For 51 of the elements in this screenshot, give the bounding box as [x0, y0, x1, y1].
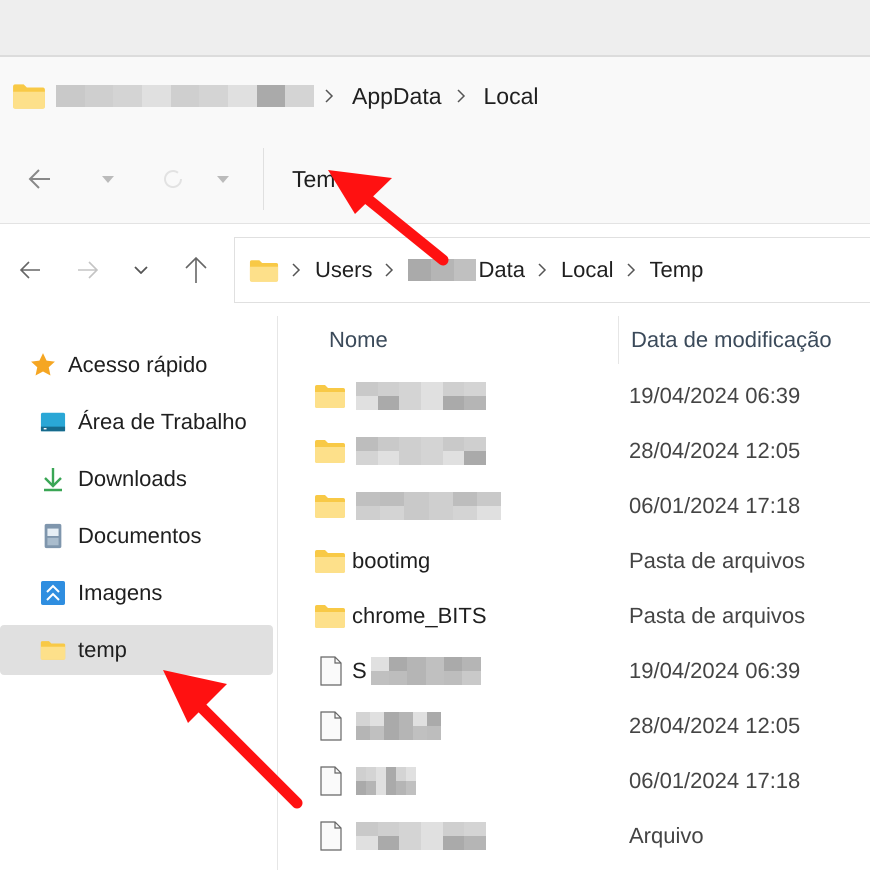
file-date: Pasta de arquivos: [629, 548, 806, 574]
file-name[interactable]: chrome_BITS: [352, 602, 486, 628]
breadcrumb-item[interactable]: Local: [484, 82, 538, 110]
chevron-icon: [536, 262, 547, 278]
folder-icon: [314, 438, 346, 464]
file-date: 06/01/2024 17:18: [629, 492, 800, 518]
sidebar-item[interactable]: Área de Trabalho: [0, 393, 273, 450]
address-segment[interactable]: Data: [478, 257, 525, 283]
folder-icon: [314, 602, 346, 628]
toolbar-title: Tem: [292, 166, 336, 192]
file-date: 28/04/2024 12:05: [629, 712, 800, 738]
file-date: 06/01/2024 17:18: [629, 768, 800, 794]
breadcrumb-item[interactable]: AppData: [352, 82, 442, 110]
caret-icon[interactable]: [102, 176, 114, 182]
file-name[interactable]: S: [352, 658, 367, 684]
address-bar[interactable]: Users Data Local Temp: [234, 237, 870, 303]
address-segment[interactable]: Users: [315, 257, 372, 283]
chevron-icon: [324, 88, 334, 104]
file-name[interactable]: bootimg: [352, 548, 430, 574]
folder-icon: [249, 258, 279, 282]
star-icon: [30, 352, 56, 378]
file-date: 28/04/2024 12:05: [629, 438, 800, 464]
file-icon: [318, 710, 344, 740]
address-segment[interactable]: Temp: [650, 257, 704, 283]
file-date: Arquivo: [629, 822, 704, 848]
address-segment[interactable]: Local: [560, 257, 614, 283]
sidebar-item[interactable]: Downloads: [0, 450, 273, 507]
sidebar-item[interactable]: Imagens: [0, 564, 273, 621]
column-header[interactable]: Data de modificação: [619, 327, 832, 353]
chevron-icon: [626, 262, 636, 278]
file-icon: [318, 656, 344, 686]
chevron-icon: [456, 88, 466, 104]
file-date: 19/04/2024 06:39: [629, 658, 800, 684]
sidebar-item[interactable]: Documentos: [0, 507, 273, 564]
folder-icon: [314, 548, 346, 574]
file-date: 19/04/2024 06:39: [629, 382, 800, 408]
file-date: Pasta de arquivos: [629, 602, 806, 628]
folder-icon: [314, 382, 346, 408]
up-arrow-icon[interactable]: [184, 256, 208, 284]
file-icon: [318, 820, 344, 850]
chevron-down-icon[interactable]: [134, 266, 148, 274]
folder-icon: [314, 492, 346, 518]
caret-icon[interactable]: [217, 176, 229, 182]
pictures-icon: [40, 580, 66, 606]
folder-icon: [12, 82, 46, 110]
chevron-icon: [291, 262, 301, 278]
file-icon: [318, 766, 344, 796]
chevron-icon: [384, 262, 394, 278]
column-header[interactable]: Nome: [314, 316, 619, 364]
sidebar-item[interactable]: Acesso rápido: [0, 336, 273, 393]
sidebar-item[interactable]: temp: [0, 625, 273, 675]
